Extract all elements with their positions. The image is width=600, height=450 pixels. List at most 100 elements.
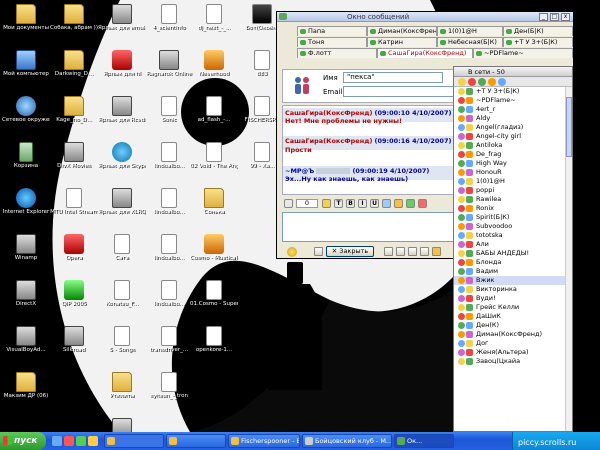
contact-item[interactable]: Вуди! bbox=[454, 294, 572, 303]
desktop-icon[interactable]: Собака, абрам ))) bbox=[50, 4, 98, 32]
color-icon[interactable]: T bbox=[334, 199, 343, 208]
tool-button[interactable] bbox=[408, 247, 417, 256]
name-field[interactable]: "пекса" bbox=[343, 72, 443, 83]
start-button[interactable]: пуск bbox=[0, 432, 46, 450]
contact-item[interactable]: HonouR bbox=[454, 168, 572, 177]
bold-icon[interactable]: B bbox=[346, 199, 355, 208]
desktop-icon[interactable]: MTU Intel Stream bbox=[50, 188, 98, 216]
status-icon[interactable] bbox=[478, 78, 486, 86]
tab-nebesnaya[interactable]: Небесная(Б|К) bbox=[437, 37, 503, 47]
tab-katrin[interactable]: Катрин bbox=[367, 37, 437, 47]
close-window-button[interactable]: x bbox=[561, 13, 570, 21]
tool-button[interactable] bbox=[420, 247, 429, 256]
contact-item[interactable]: De_frag bbox=[454, 150, 572, 159]
desktop-icon[interactable]: Ярлык для RcvdFile bbox=[98, 96, 146, 124]
smiley-icon[interactable] bbox=[287, 247, 297, 257]
desktop-icon[interactable]: Konatsu_F... bbox=[98, 280, 146, 308]
desktop-icon[interactable]: dj_next_-_... bbox=[190, 4, 238, 32]
desktop-icon[interactable]: 02 Void - The Angry Brigа... bbox=[190, 142, 238, 170]
contact-item[interactable]: Викторинка bbox=[454, 285, 572, 294]
contact-item[interactable]: Rawilea bbox=[454, 195, 572, 204]
contact-item[interactable]: Вадим bbox=[454, 267, 572, 276]
desktop-icon[interactable]: VisualBoyAd... bbox=[2, 326, 50, 354]
status-icon[interactable] bbox=[468, 78, 476, 86]
desktop-icon[interactable]: openkore-1... bbox=[190, 326, 238, 354]
tab-tuz[interactable]: +Т У З+(Б|К) bbox=[503, 37, 573, 47]
taskbar-task-fightclub[interactable]: Бойцовский клуб - М... bbox=[302, 434, 392, 448]
desktop-icon[interactable]: DivX Movies bbox=[50, 142, 98, 170]
tab-flott[interactable]: Ф.лотт bbox=[297, 48, 377, 58]
quicklaunch-qip-icon[interactable] bbox=[76, 436, 86, 446]
desktop-icon[interactable]: Сага bbox=[98, 234, 146, 262]
desktop-icon[interactable]: Корзина bbox=[2, 142, 50, 170]
status-icon[interactable] bbox=[458, 78, 466, 86]
desktop-icon[interactable]: Ragnarok Online bbox=[145, 50, 193, 78]
desktop-icon[interactable]: lindoalbo... bbox=[145, 188, 193, 216]
status-icon[interactable] bbox=[498, 78, 506, 86]
contact-item[interactable]: Диман(КоксФренд) bbox=[454, 330, 572, 339]
desktop-icon[interactable]: Opera bbox=[50, 234, 98, 262]
maximize-button[interactable]: □ bbox=[550, 13, 559, 21]
tool-button[interactable] bbox=[384, 247, 393, 256]
user-info-icon[interactable] bbox=[406, 199, 415, 208]
contact-item[interactable]: Aldy bbox=[454, 114, 572, 123]
contact-item[interactable]: Subvoodoo bbox=[454, 222, 572, 231]
desktop-icon[interactable]: Мои документы bbox=[2, 4, 50, 32]
desktop-icon[interactable]: Ярлык для XLRQ? bbox=[98, 188, 146, 216]
contact-item[interactable]: БАБЫ АНДЕДЫ! bbox=[454, 249, 572, 258]
contact-item[interactable]: Ronix bbox=[454, 204, 572, 213]
desktop-icon[interactable]: Сонька bbox=[190, 188, 238, 216]
desktop-icon[interactable]: Silkroad bbox=[50, 326, 98, 354]
contact-item[interactable]: Женя(Альтера) bbox=[454, 348, 572, 357]
quicklaunch-ie-icon[interactable] bbox=[52, 436, 62, 446]
desktop-icon[interactable]: Ярлык для emule bbox=[98, 4, 146, 32]
italic-icon[interactable]: I bbox=[358, 199, 367, 208]
tab-1o1[interactable]: 1(0)1@Н bbox=[437, 26, 503, 36]
contact-item[interactable]: Angel-city girl bbox=[454, 132, 572, 141]
minimize-button[interactable]: _ bbox=[539, 13, 548, 21]
contact-item[interactable]: poppi bbox=[454, 186, 572, 195]
file-icon[interactable] bbox=[382, 199, 391, 208]
history-icon[interactable] bbox=[284, 199, 293, 208]
desktop-icon[interactable]: Cosmo - Mustical Pol... bbox=[190, 234, 238, 262]
desktop-icon[interactable]: Sonic bbox=[145, 96, 193, 124]
contact-item[interactable]: ~PDFlame~ bbox=[454, 96, 572, 105]
contact-item[interactable]: Дог bbox=[454, 339, 572, 348]
contact-item[interactable]: Spirit(Б|К) bbox=[454, 213, 572, 222]
desktop-icon[interactable]: synsun_-_tron bbox=[145, 372, 193, 400]
contact-list-header[interactable]: В сети - 50 bbox=[454, 67, 572, 77]
contact-item[interactable]: Али bbox=[454, 240, 572, 249]
tab-den[interactable]: Ден(Б|К) bbox=[503, 26, 573, 36]
desktop-icon[interactable]: Макзим ДР (06) bbox=[2, 372, 50, 400]
desktop-icon[interactable]: lindoalbo... bbox=[145, 234, 193, 262]
contact-item[interactable]: 4ert_r bbox=[454, 105, 572, 114]
desktop-icon[interactable]: Internet Explorer bbox=[2, 188, 50, 216]
taskbar-task-message-window[interactable]: Ок... bbox=[394, 434, 454, 448]
contact-item[interactable]: tototska bbox=[454, 231, 572, 240]
status-icon[interactable] bbox=[488, 78, 496, 86]
tool-button[interactable] bbox=[432, 247, 441, 256]
underline-icon[interactable]: U bbox=[370, 199, 379, 208]
contact-item[interactable]: +Т У З+(Б|К) bbox=[454, 87, 572, 96]
desktop-icon[interactable]: QIP 2005 bbox=[50, 280, 98, 308]
tab-sashagira[interactable]: СашаГира(КоксФренд) bbox=[377, 48, 473, 58]
window-titlebar[interactable]: Окно сообщений _ □ x bbox=[277, 12, 573, 22]
desktop-icon[interactable]: 01.Cosmo - Super Fu... bbox=[190, 280, 238, 308]
desktop-icon[interactable]: 4_scientinfo bbox=[145, 4, 193, 32]
desktop-icon[interactable]: ad_flash_-... bbox=[190, 96, 238, 124]
desktop-icon[interactable]: transdriver_... bbox=[145, 326, 193, 354]
scroll-thumb[interactable] bbox=[566, 97, 572, 157]
contact-item[interactable]: Вжик bbox=[454, 276, 572, 285]
contact-item[interactable]: Angel(гладиз) bbox=[454, 123, 572, 132]
desktop-icon[interactable]: lindoalbo... bbox=[145, 280, 193, 308]
desktop-icon[interactable]: Сетевое окружение bbox=[2, 96, 50, 124]
contact-item[interactable]: Блонда bbox=[454, 258, 572, 267]
contact-item[interactable]: Antiloka bbox=[454, 141, 572, 150]
contact-item[interactable]: Грейс Келли bbox=[454, 303, 572, 312]
desktop-icon[interactable]: Мой компьютер bbox=[2, 50, 50, 78]
smile-icon[interactable] bbox=[322, 199, 331, 208]
tab-diman[interactable]: Диман(КоксФренд) bbox=[367, 26, 437, 36]
tab-pdflame[interactable]: ~PDFlame~ bbox=[473, 48, 573, 58]
desktop-icon[interactable]: Ярлык для Skype bbox=[98, 142, 146, 170]
folder-icon[interactable] bbox=[394, 199, 403, 208]
